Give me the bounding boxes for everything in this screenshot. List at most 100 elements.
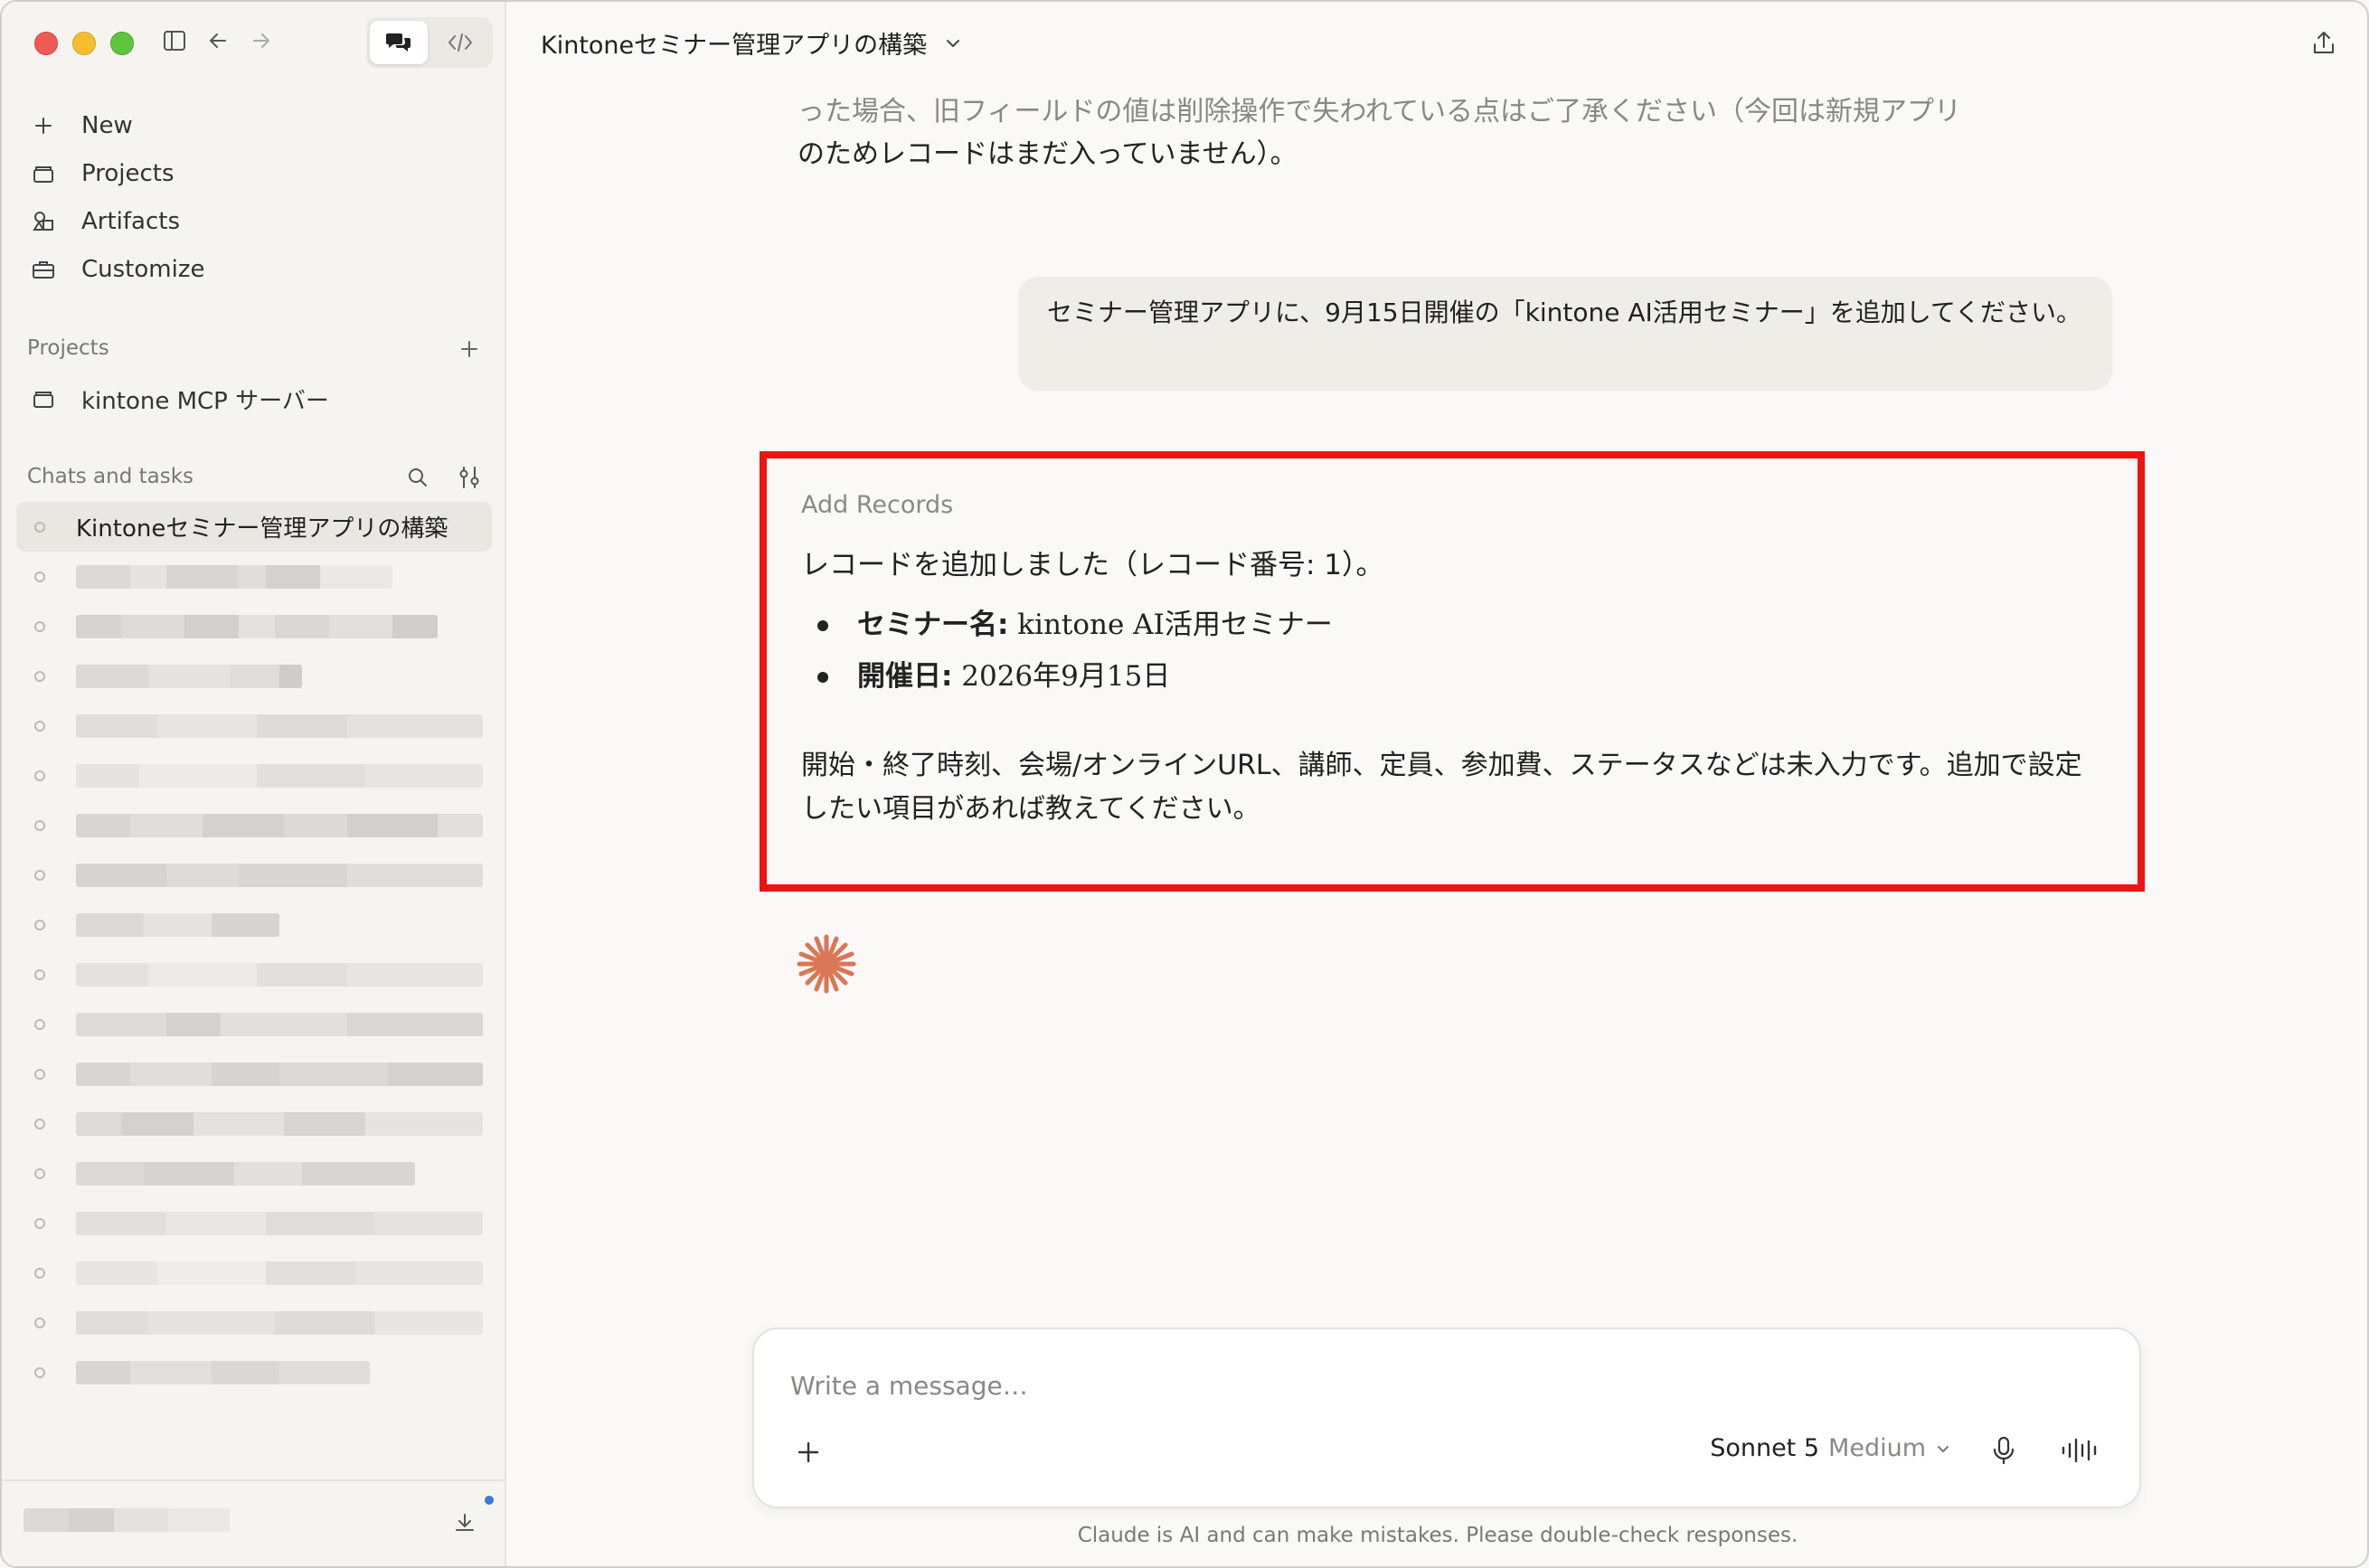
chat-item-active[interactable]: Kintoneセミナー管理アプリの構築 <box>16 502 492 552</box>
projects-section-header: Projects <box>27 336 109 360</box>
search-chats-button[interactable] <box>401 461 434 494</box>
chat-item[interactable] <box>16 701 492 751</box>
chat-status-icon <box>34 1068 45 1080</box>
sidebar-item-customize[interactable]: Customize <box>16 245 492 293</box>
plus-icon <box>29 111 58 140</box>
sidebar-item-new[interactable]: New <box>16 101 492 149</box>
code-mode-button[interactable] <box>431 21 489 64</box>
filter-chats-button[interactable] <box>453 461 486 494</box>
sidebar-item-label: Customize <box>81 255 205 283</box>
chat-status-icon <box>34 620 45 632</box>
minimize-window-button[interactable] <box>72 32 96 55</box>
chats-section-header: Chats and tasks <box>27 465 194 488</box>
chat-item[interactable] <box>16 949 492 999</box>
chat-status-icon <box>34 1267 45 1279</box>
chevron-down-icon <box>947 39 960 47</box>
chat-item[interactable] <box>16 850 492 900</box>
field-value: 2026年9月15日 <box>952 660 1171 693</box>
chat-item[interactable] <box>16 1298 492 1347</box>
chat-item[interactable] <box>16 1248 492 1298</box>
add-attachment-button[interactable] <box>788 1432 828 1472</box>
redacted-chat-title <box>76 863 483 887</box>
user-message-bubble: セミナー管理アプリに、9月15日開催の「kintone AI活用セミナー」を追加… <box>1018 277 2112 391</box>
download-button[interactable] <box>447 1505 483 1541</box>
close-window-button[interactable] <box>34 32 58 55</box>
microphone-icon <box>1993 1436 2015 1465</box>
plus-icon <box>461 341 477 357</box>
redacted-chat-title <box>76 1062 483 1086</box>
user-message-text: セミナー管理アプリに、9月15日開催の「kintone AI活用セミナー」を追加… <box>1047 298 2082 327</box>
model-effort: Medium <box>1828 1434 1926 1462</box>
chat-item[interactable] <box>16 900 492 949</box>
code-icon <box>448 33 472 52</box>
forward-arrow-icon[interactable] <box>248 27 275 54</box>
chat-item[interactable] <box>16 1049 492 1099</box>
chat-item[interactable] <box>16 601 492 651</box>
disclaimer-text: Claude is AI and can make mistakes. Plea… <box>1077 1524 1798 1547</box>
list-item: 開催日: 2026年9月15日 <box>817 651 1333 703</box>
redacted-chat-title <box>76 813 483 837</box>
toolbar <box>161 27 275 54</box>
conversation-title-button[interactable]: Kintoneセミナー管理アプリの構築 <box>541 25 963 61</box>
previous-assistant-text: った場合、旧フィールドの値は削除操作で失われている点はご了承ください（今回は新規… <box>798 90 2081 175</box>
chat-mode-button[interactable] <box>370 21 428 64</box>
add-project-button[interactable] <box>453 333 486 365</box>
sidebar-item-projects[interactable]: Projects <box>16 149 492 197</box>
sliders-icon <box>459 467 479 488</box>
chat-item[interactable] <box>16 751 492 800</box>
sidebar-item-label: Artifacts <box>81 207 181 235</box>
chat-item[interactable] <box>16 651 492 701</box>
search-icon <box>409 468 427 486</box>
redacted-chat-title <box>76 912 279 937</box>
share-button[interactable] <box>2306 25 2342 61</box>
tool-call-label[interactable]: Add Records <box>801 491 953 519</box>
zoom-window-button[interactable] <box>110 32 134 55</box>
sidebar-toggle-icon[interactable] <box>161 27 188 54</box>
redacted-chat-title <box>76 1310 483 1335</box>
chat-status-icon <box>34 521 45 533</box>
redacted-chat-title <box>76 1211 483 1235</box>
redacted-chat-title <box>76 962 483 987</box>
redacted-chat-title <box>76 1012 483 1036</box>
chat-item[interactable] <box>16 999 492 1049</box>
chat-item[interactable] <box>16 1099 492 1148</box>
chat-item[interactable] <box>16 1347 492 1397</box>
chat-item[interactable] <box>16 1148 492 1198</box>
chat-bubbles-icon <box>386 33 411 52</box>
sidebar-item-artifacts[interactable]: Artifacts <box>16 197 492 245</box>
briefcase-icon <box>29 255 58 284</box>
claude-spark-icon <box>797 934 856 994</box>
list-item: セミナー名: kintone AI活用セミナー <box>817 600 1333 651</box>
chat-status-icon <box>34 1118 45 1129</box>
artifacts-icon <box>29 207 58 236</box>
redacted-chat-title <box>76 664 302 688</box>
previous-text-line: のためレコードはまだ入っていません）。 <box>798 138 1298 170</box>
share-icon <box>2314 32 2334 53</box>
chat-status-icon <box>34 670 45 682</box>
mode-toggle <box>366 17 493 68</box>
chat-item[interactable] <box>16 1198 492 1248</box>
message-input[interactable] <box>790 1371 2056 1401</box>
chat-item[interactable] <box>16 552 492 601</box>
chat-status-icon <box>34 968 45 980</box>
model-selector[interactable]: Sonnet 5 Medium <box>1710 1434 1951 1462</box>
app-window: New Projects Artifacts Customize Project… <box>0 0 2369 1568</box>
redacted-chat-title <box>76 1261 483 1285</box>
chat-status-icon <box>34 571 45 582</box>
user-account-button[interactable] <box>24 1508 230 1532</box>
redacted-chat-title <box>76 713 483 738</box>
redacted-chat-title <box>76 614 438 638</box>
voice-mode-button[interactable] <box>2056 1431 2103 1470</box>
redacted-chat-title <box>76 564 392 589</box>
project-item[interactable]: kintone MCP サーバー <box>16 376 492 421</box>
folder-icon <box>29 384 58 413</box>
chat-item[interactable] <box>16 800 492 850</box>
notification-badge <box>483 1494 496 1507</box>
chat-status-icon <box>34 1217 45 1229</box>
field-name: 開催日: <box>857 660 953 693</box>
back-arrow-icon[interactable] <box>204 27 231 54</box>
microphone-button[interactable] <box>1984 1431 2024 1470</box>
chat-status-icon <box>34 919 45 930</box>
folder-icon <box>29 159 58 188</box>
chat-status-icon <box>34 1366 45 1378</box>
